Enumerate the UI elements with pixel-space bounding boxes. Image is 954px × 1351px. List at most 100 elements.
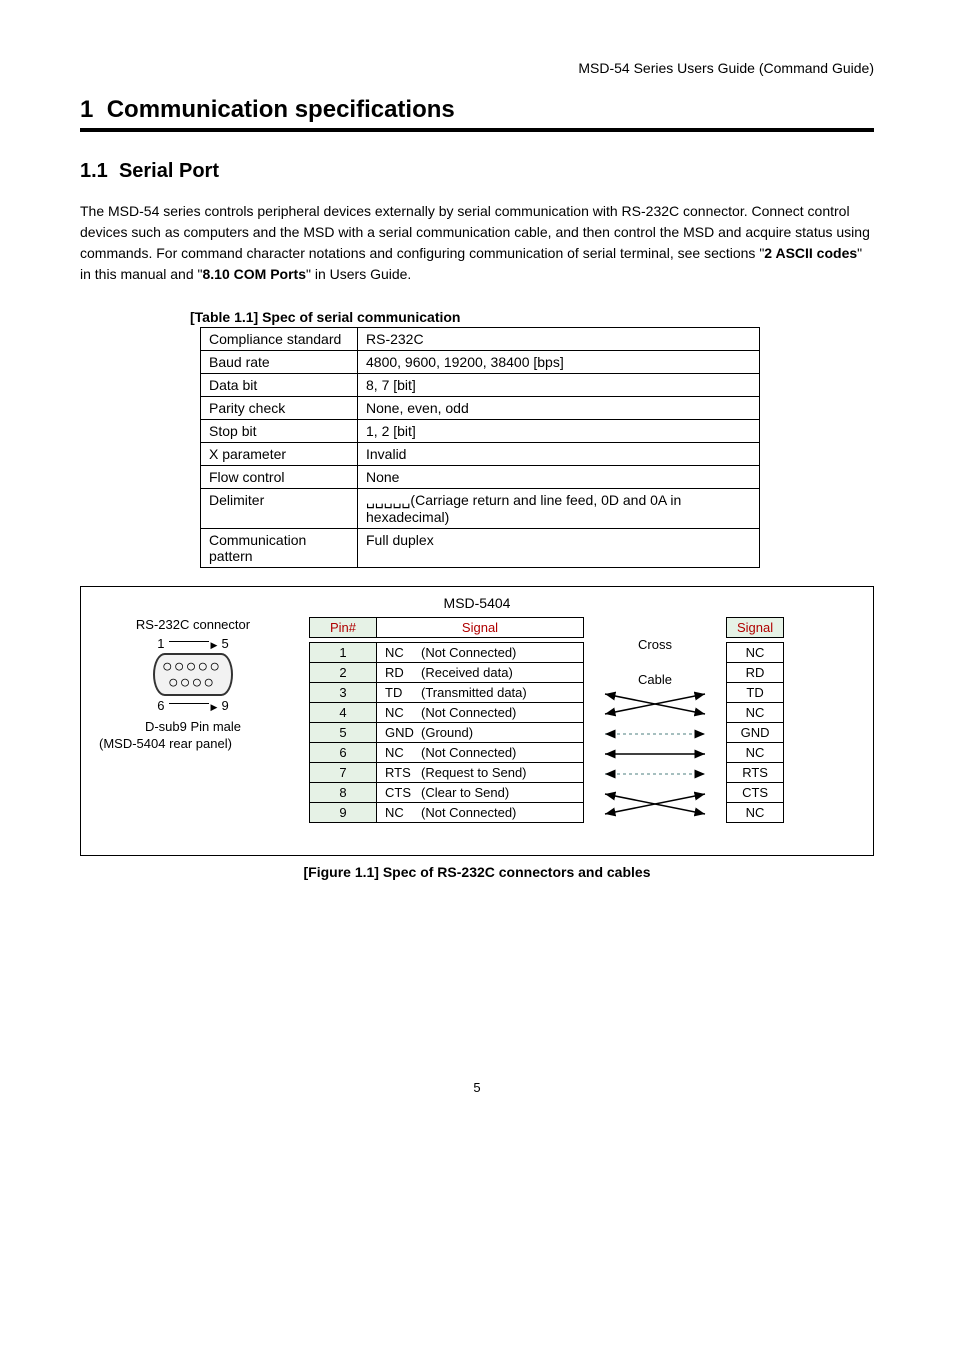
section-heading-1: 1 Communication specifications	[80, 96, 874, 132]
figure-title: MSD-5404	[93, 595, 861, 611]
table-row: 9NC(Not Connected)	[310, 803, 584, 823]
sig-right-cell: NC	[727, 703, 784, 723]
spec-key: Baud rate	[201, 351, 358, 374]
body-paragraph: The MSD-54 series controls peripheral de…	[80, 201, 874, 285]
table-row: 3TD(Transmitted data)	[310, 683, 584, 703]
body-p3: " in Users Guide.	[306, 266, 411, 282]
pin-num: 7	[310, 763, 377, 783]
table-row: 8CTS(Clear to Send)	[310, 783, 584, 803]
pin-signal: NC(Not Connected)	[377, 703, 584, 723]
pin-signal: CTS(Clear to Send)	[377, 783, 584, 803]
page-number: 5	[80, 1080, 874, 1095]
pin-num: 8	[310, 783, 377, 803]
section-heading-1-1: 1.1 Serial Port	[80, 160, 874, 183]
cross-label-1: Cross	[600, 637, 710, 652]
pin-range-top: 1 5	[93, 636, 293, 651]
table-caption: [Table 1.1] Spec of serial communication	[190, 309, 874, 325]
pin-num: 9	[310, 803, 377, 823]
table-row: TD	[727, 683, 784, 703]
sig-right-cell: CTS	[727, 783, 784, 803]
pin-num: 5	[310, 723, 377, 743]
arrowhead-icon	[213, 636, 218, 651]
pin-signal: GND(Ground)	[377, 723, 584, 743]
table-row: NC	[727, 643, 784, 663]
table-row: Communication patternFull duplex	[201, 529, 760, 568]
table-row: NC	[727, 743, 784, 763]
table-row: NC	[727, 803, 784, 823]
spec-val: 1, 2 [bit]	[358, 420, 760, 443]
pin-num: 3	[310, 683, 377, 703]
signal-right-table: Signal NC RD TD NC GND NC RTS CTS NC	[726, 617, 784, 823]
pin-signal: NC(Not Connected)	[377, 743, 584, 763]
dsub9-label: D-sub9 Pin male	[93, 719, 293, 734]
sig-right-cell: NC	[727, 643, 784, 663]
cross-cable-icon	[600, 689, 710, 839]
table-row: RTS	[727, 763, 784, 783]
spec-table: Compliance standardRS-232C Baud rate4800…	[200, 327, 760, 568]
spec-key: Flow control	[201, 466, 358, 489]
sig-right-cell: RD	[727, 663, 784, 683]
spec-val: None	[358, 466, 760, 489]
table-header-row: Signal	[727, 618, 784, 638]
sig-right-cell: NC	[727, 803, 784, 823]
pin-num: 1	[310, 643, 377, 663]
spec-key: Parity check	[201, 397, 358, 420]
table-row: X parameterInvalid	[201, 443, 760, 466]
h2-title: Serial Port	[119, 160, 219, 182]
figure-caption: [Figure 1.1] Spec of RS-232C connectors …	[80, 864, 874, 880]
pin-signal: NC(Not Connected)	[377, 643, 584, 663]
table-row: 1NC(Not Connected)	[310, 643, 584, 663]
table-row: CTS	[727, 783, 784, 803]
pin-num: 2	[310, 663, 377, 683]
body-b1: 2 ASCII codes	[764, 245, 857, 261]
connector-label: RS-232C connector	[93, 617, 293, 632]
spec-key: Data bit	[201, 374, 358, 397]
table-row: 7RTS(Request to Send)	[310, 763, 584, 783]
h1-num: 1	[80, 96, 93, 123]
table-row: Parity checkNone, even, odd	[201, 397, 760, 420]
db9-icon: ○○○○○ ○○○○	[153, 653, 232, 696]
table-row: GND	[727, 723, 784, 743]
pin-from: 1	[157, 636, 164, 651]
pin-header-pin: Pin#	[310, 618, 377, 638]
pin-to: 9	[221, 698, 228, 713]
table-row: Compliance standardRS-232C	[201, 328, 760, 351]
table-row: Baud rate4800, 9600, 19200, 38400 [bps]	[201, 351, 760, 374]
pin-to: 5	[221, 636, 228, 651]
sig-right-cell: NC	[727, 743, 784, 763]
table-row: NC	[727, 703, 784, 723]
arrow-icon	[169, 703, 209, 704]
h2-num: 1.1	[80, 160, 108, 182]
table-row: Flow controlNone	[201, 466, 760, 489]
pin-signal: RTS(Request to Send)	[377, 763, 584, 783]
spec-val: None, even, odd	[358, 397, 760, 420]
spec-key: X parameter	[201, 443, 358, 466]
pin-range-bottom: 6 9	[93, 698, 293, 713]
sig-right-cell: TD	[727, 683, 784, 703]
body-p1: The MSD-54 series controls peripheral de…	[80, 203, 870, 261]
table-row: RD	[727, 663, 784, 683]
pin-signal: RD(Received data)	[377, 663, 584, 683]
spec-key: Communication pattern	[201, 529, 358, 568]
table-row: 2RD(Received data)	[310, 663, 584, 683]
sig-right-header: Signal	[727, 618, 784, 638]
table-row: 5GND(Ground)	[310, 723, 584, 743]
rear-panel-label: (MSD-5404 rear panel)	[93, 736, 293, 751]
h1-title: Communication specifications	[107, 96, 455, 123]
arrow-icon	[169, 641, 209, 642]
cross-label-2: Cable	[600, 672, 710, 687]
spec-val: RS-232C	[358, 328, 760, 351]
table-row: Stop bit1, 2 [bit]	[201, 420, 760, 443]
table-row: 6NC(Not Connected)	[310, 743, 584, 763]
arrowhead-icon	[213, 698, 218, 713]
header-text: MSD-54 Series Users Guide (Command Guide…	[80, 60, 874, 76]
spec-val: Full duplex	[358, 529, 760, 568]
spec-val: ␣␣␣␣␣(Carriage return and line feed, 0D …	[358, 489, 760, 529]
cross-cable-diagram: Cross Cable	[600, 617, 710, 839]
body-b2: 8.10 COM Ports	[203, 266, 306, 282]
pin-num: 6	[310, 743, 377, 763]
spec-key: Stop bit	[201, 420, 358, 443]
spec-key: Compliance standard	[201, 328, 358, 351]
pin-table: Pin# Signal 1NC(Not Connected) 2RD(Recei…	[309, 617, 584, 823]
figure-box: MSD-5404 RS-232C connector 1 5 ○○○○○ ○○○…	[80, 586, 874, 856]
